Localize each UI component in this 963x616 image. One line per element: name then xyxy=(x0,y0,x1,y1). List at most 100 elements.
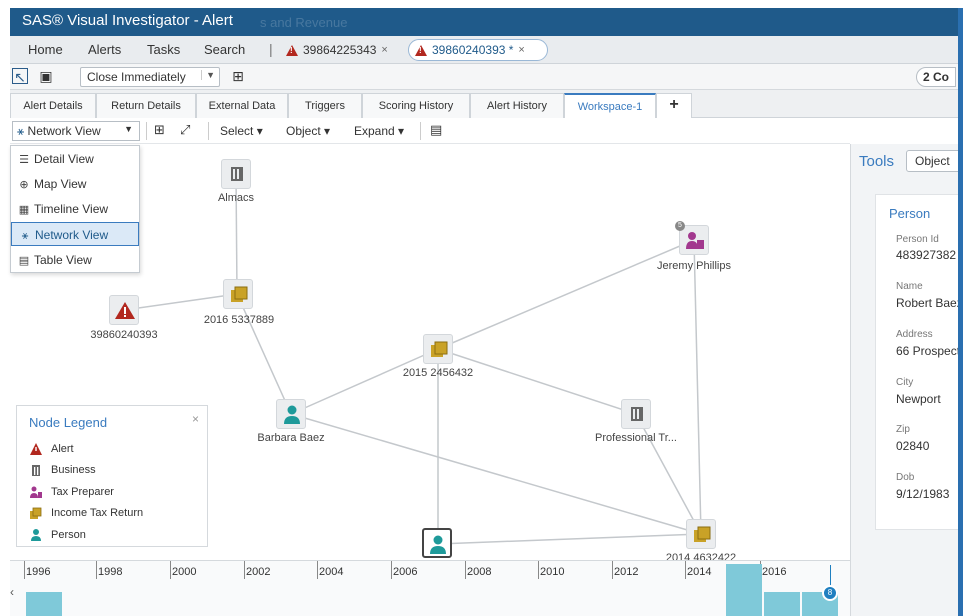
node-almacs[interactable] xyxy=(221,159,251,189)
timeline-tick xyxy=(538,561,539,579)
page-tabs-bar: Alert Details Return Details External Da… xyxy=(10,90,960,118)
timeline-year: 2004 xyxy=(319,566,344,578)
person-card-title: Person xyxy=(889,206,931,221)
tab-external-data[interactable]: External Data xyxy=(196,93,288,118)
timeline-year: 2008 xyxy=(467,566,492,578)
node-return-2014[interactable] xyxy=(686,519,716,549)
tab-scoring-history[interactable]: Scoring History xyxy=(362,93,470,118)
node-label: 39860240393 xyxy=(90,329,158,341)
node-return-2016[interactable] xyxy=(223,279,253,309)
select-menu[interactable]: Select ▾ xyxy=(220,124,263,138)
object-menu[interactable]: Object ▾ xyxy=(286,124,330,138)
tab-alert-details[interactable]: Alert Details xyxy=(10,93,96,118)
grid-icon[interactable]: ⊞ xyxy=(230,68,246,84)
node-barbara-baez[interactable] xyxy=(276,399,306,429)
view-option-detail[interactable]: ☰ Detail View xyxy=(11,147,139,171)
chevron-down-icon: ▼ xyxy=(201,70,215,80)
view-dropdown-menu: ☰ Detail View ⊕ Map View ▦ Timeline View ⚹ N… xyxy=(10,145,140,273)
node-label: 2016 5337889 xyxy=(203,314,275,326)
expand-menu[interactable]: Expand ▾ xyxy=(354,124,404,138)
timeline-tick xyxy=(465,561,466,579)
node-person-selected[interactable] xyxy=(422,528,452,558)
node-label: Almacs xyxy=(217,192,255,204)
doc-tab-alert-1[interactable]: 39864225343 × xyxy=(280,39,394,61)
business-icon xyxy=(231,167,243,181)
legend-item-alert: Alert xyxy=(29,442,74,456)
menu-tasks[interactable]: Tasks xyxy=(147,42,180,57)
edge-jeremy-return2014 xyxy=(693,239,702,535)
person-card: Person Person Id 483927382 Name Robert B… xyxy=(875,194,960,530)
menu-alerts[interactable]: Alerts xyxy=(88,42,121,57)
timeline-year: 2016 xyxy=(762,566,787,578)
document-toolbar: ↖ ▣ Close Immediately ▼ ⊞ 2 Co xyxy=(10,64,960,90)
timeline-year: 2006 xyxy=(393,566,418,578)
timeline-year: 2002 xyxy=(246,566,271,578)
field-label-dob: Dob xyxy=(896,472,915,483)
print-icon[interactable]: ▤ xyxy=(430,122,442,138)
close-icon[interactable]: × xyxy=(192,412,199,426)
alert-icon xyxy=(30,443,42,455)
node-return-2015[interactable] xyxy=(423,334,453,364)
tab-triggers[interactable]: Triggers xyxy=(288,93,362,118)
timeline-bar[interactable] xyxy=(26,592,62,616)
node-alert[interactable] xyxy=(109,295,139,325)
node-professional[interactable] xyxy=(621,399,651,429)
timeline-tick xyxy=(24,561,25,579)
network-icon: ⚹ xyxy=(21,230,29,242)
timeline-strip[interactable]: ‹ 1996 1998 2000 2002 2004 2006 2008 201… xyxy=(10,560,850,616)
comments-pill[interactable]: 2 Co xyxy=(916,67,956,87)
menu-home[interactable]: Home xyxy=(28,42,63,57)
tax-return-icon xyxy=(231,286,248,302)
object-button[interactable]: Object xyxy=(906,150,960,172)
grid-layout-icon[interactable]: ⊞ xyxy=(154,122,165,138)
timeline-year: 2012 xyxy=(614,566,639,578)
tax-preparer-icon xyxy=(30,486,42,498)
tab-workspace-1[interactable]: Workspace-1 xyxy=(564,93,656,118)
auto-layout-icon[interactable]: ⤢ xyxy=(180,122,190,138)
field-value-address: 66 Prospect xyxy=(896,344,960,358)
tab-alert-history[interactable]: Alert History xyxy=(470,93,564,118)
business-icon xyxy=(32,465,40,476)
field-label-name: Name xyxy=(896,281,923,292)
title-bar: SAS® Visual Investigator - Alert s and R… xyxy=(10,8,960,36)
select-cursor-icon[interactable]: ↖ xyxy=(12,68,28,85)
alert-icon xyxy=(286,44,298,56)
timeline-range-handle[interactable]: 8 xyxy=(822,585,838,601)
close-option-value: Close Immediately xyxy=(87,70,186,84)
globe-icon: ⊕ xyxy=(19,179,29,191)
view-option-table[interactable]: ▤ Table View xyxy=(11,248,139,272)
timeline-tick xyxy=(685,561,686,579)
toolbar-divider xyxy=(146,122,147,140)
add-tab-button[interactable]: + xyxy=(656,93,692,118)
close-icon[interactable]: × xyxy=(381,44,387,56)
tools-title: Tools xyxy=(859,153,895,170)
background-ghost-text: s and Revenue xyxy=(260,15,348,30)
field-value-person-id: 483927382 xyxy=(896,248,957,262)
list-icon: ☰ xyxy=(19,154,29,166)
edge-alert-return2016 xyxy=(123,293,238,311)
close-option-select[interactable]: Close Immediately ▼ xyxy=(80,67,220,87)
node-count-badge: 5 xyxy=(675,221,685,231)
edge-return2015-jeremy xyxy=(437,239,695,350)
close-icon[interactable]: × xyxy=(518,44,524,56)
timeline-year: 2014 xyxy=(687,566,712,578)
chevron-left-icon[interactable]: ‹ xyxy=(10,585,14,599)
chevron-down-icon: ▼ xyxy=(124,124,133,134)
view-option-timeline[interactable]: ▦ Timeline View xyxy=(11,197,139,221)
view-select[interactable]: ⚹ Network View ▼ xyxy=(12,121,140,141)
field-value-zip: 02840 xyxy=(896,439,930,453)
business-icon xyxy=(631,407,643,421)
person-icon xyxy=(430,535,446,554)
doc-tab-alert-2[interactable]: 39860240393 * × xyxy=(408,39,548,61)
tab-return-details[interactable]: Return Details xyxy=(96,93,196,118)
network-icon: ⚹ xyxy=(17,124,25,138)
timeline-tick xyxy=(96,561,97,579)
view-option-map[interactable]: ⊕ Map View xyxy=(11,172,139,196)
timeline-bar[interactable] xyxy=(726,564,762,616)
menu-separator: | xyxy=(269,41,273,57)
menu-search[interactable]: Search xyxy=(204,42,245,57)
timeline-bar[interactable] xyxy=(764,592,800,616)
save-icon[interactable]: ▣ xyxy=(38,68,54,84)
view-option-network[interactable]: ⚹ Network View xyxy=(11,222,139,246)
timeline-tick xyxy=(391,561,392,579)
